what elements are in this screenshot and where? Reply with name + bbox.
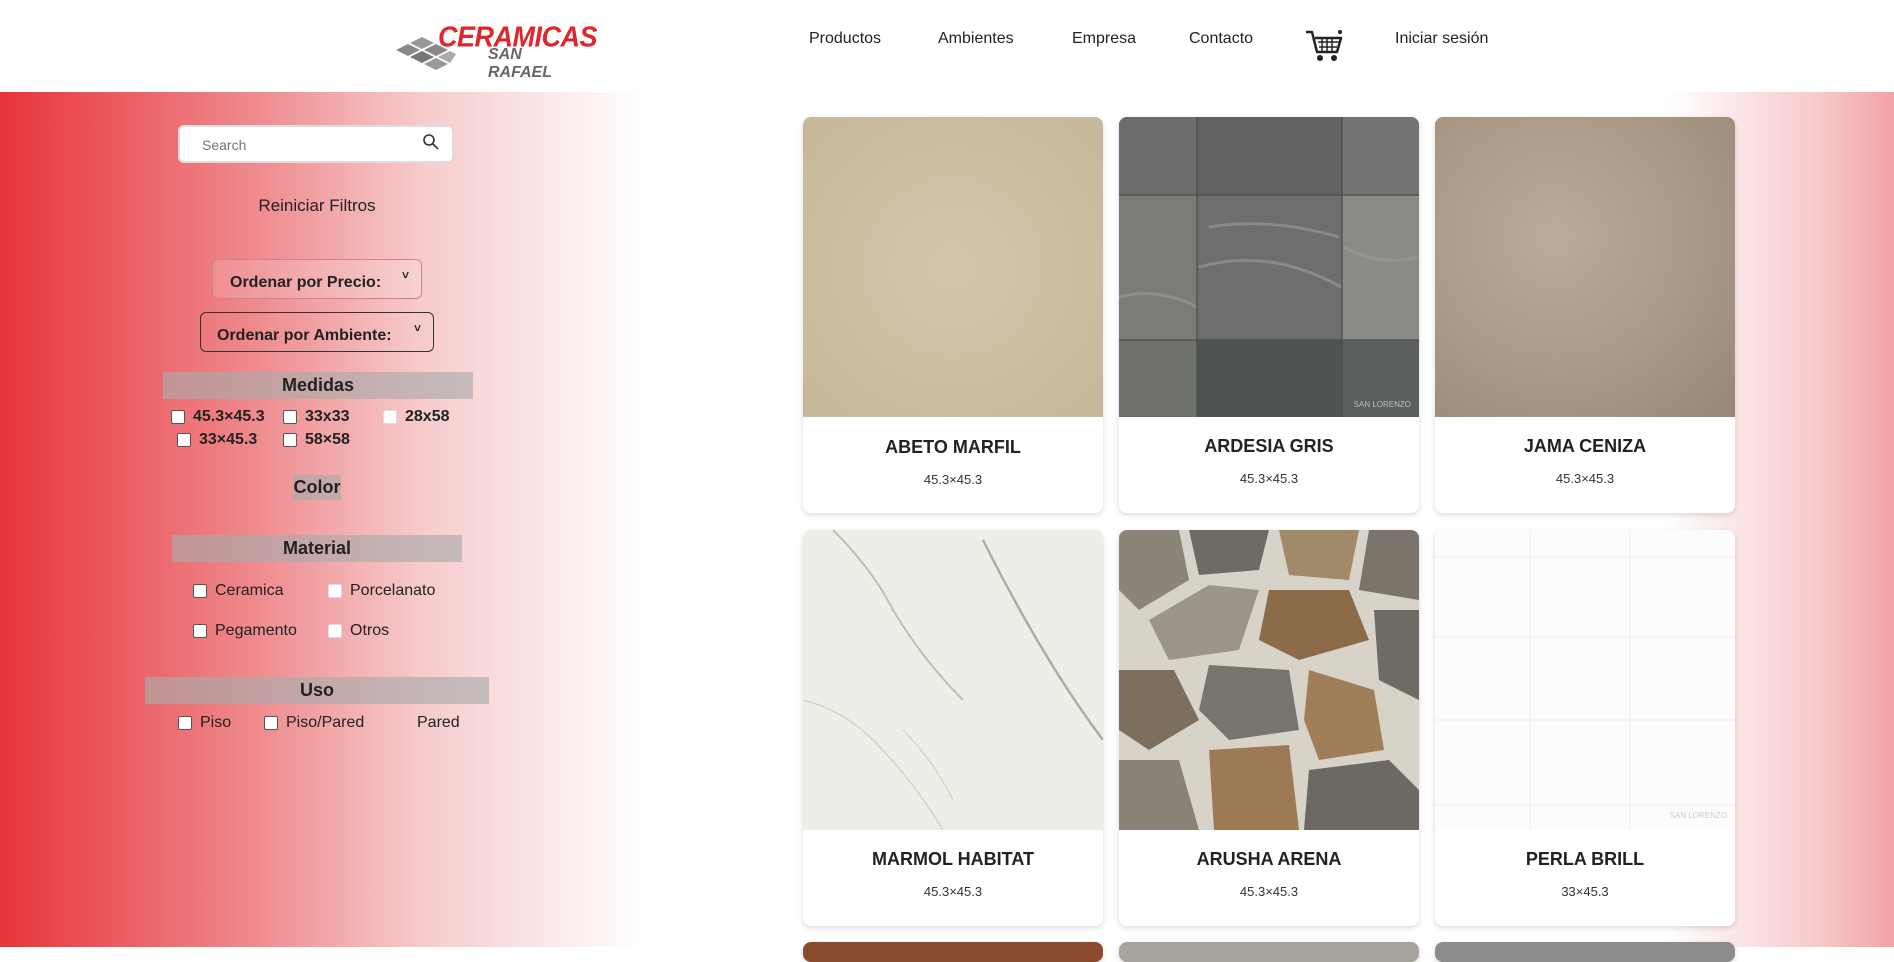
search-input[interactable] xyxy=(200,136,404,154)
product-card[interactable]: SAN LORENZO PERLA BRILL 33×45.3 xyxy=(1435,530,1735,926)
color-heading[interactable]: Color xyxy=(293,475,341,500)
product-image[interactable] xyxy=(803,117,1103,417)
product-image[interactable]: SAN LORENZO xyxy=(1435,530,1735,830)
checkbox[interactable] xyxy=(193,624,207,638)
medida-option[interactable]: 45.3×45.3 xyxy=(171,408,265,426)
chevron-down-icon: ˅ xyxy=(401,268,409,282)
material-option[interactable]: Porcelanato xyxy=(328,582,435,600)
product-size: 45.3×45.3 xyxy=(923,472,983,487)
product-image[interactable] xyxy=(1119,942,1419,962)
sort-ambiente-label: Ordenar por Ambiente: xyxy=(217,327,392,344)
product-size: 45.3×45.3 xyxy=(1555,471,1615,486)
product-name: ABETO MARFIL xyxy=(885,437,1021,457)
product-name: ARDESIA GRIS xyxy=(1204,436,1334,456)
medida-option[interactable]: 33×45.3 xyxy=(177,431,257,449)
nav-login[interactable]: Iniciar sesión xyxy=(1395,30,1488,48)
checkbox[interactable] xyxy=(171,410,185,424)
product-image[interactable] xyxy=(803,942,1103,962)
material-option[interactable]: Otros xyxy=(328,622,389,640)
product-size: 45.3×45.3 xyxy=(1239,471,1299,486)
product-card-partial[interactable] xyxy=(1119,942,1419,962)
checkbox[interactable] xyxy=(395,716,409,730)
product-card[interactable]: MARMOL HABITAT 45.3×45.3 xyxy=(803,530,1103,926)
product-card[interactable]: SAN LORENZO ARDESIA GRIS 45.3×45.3 xyxy=(1119,117,1419,513)
chevron-down-icon: ˅ xyxy=(413,321,421,335)
shopping-cart-icon[interactable] xyxy=(1304,28,1344,64)
uso-option[interactable]: Piso/Pared xyxy=(264,714,364,732)
product-size: 45.3×45.3 xyxy=(923,884,983,899)
material-option[interactable]: Pegamento xyxy=(193,622,297,640)
medida-option[interactable]: 58×58 xyxy=(283,431,350,449)
product-size: 45.3×45.3 xyxy=(1239,884,1299,899)
search-box[interactable] xyxy=(178,125,454,163)
nav-ambientes[interactable]: Ambientes xyxy=(938,30,1014,48)
sort-ambiente-select[interactable]: Ordenar por Ambiente: ˅ xyxy=(200,312,434,352)
product-image[interactable] xyxy=(1119,530,1419,830)
checkbox[interactable] xyxy=(328,624,342,638)
product-card-partial[interactable] xyxy=(803,942,1103,962)
product-image[interactable] xyxy=(803,530,1103,830)
uso-heading: Uso xyxy=(145,677,489,704)
filters-sidebar: Reiniciar Filtros Ordenar por Precio: ˅ … xyxy=(0,92,640,947)
medida-option[interactable]: 33x33 xyxy=(283,408,350,426)
checkbox[interactable] xyxy=(264,716,278,730)
product-image[interactable] xyxy=(1435,942,1735,962)
uso-option[interactable]: Pared xyxy=(395,714,460,732)
nav-empresa[interactable]: Empresa xyxy=(1072,30,1136,48)
medida-option[interactable]: 28x58 xyxy=(383,408,450,426)
checkbox[interactable] xyxy=(383,410,397,424)
nav-contacto[interactable]: Contacto xyxy=(1189,30,1253,48)
checkbox[interactable] xyxy=(177,433,191,447)
search-icon[interactable] xyxy=(422,133,440,151)
watermark: SAN LORENZO xyxy=(1669,811,1727,820)
stone-texture xyxy=(1119,530,1419,830)
product-card-partial[interactable] xyxy=(1435,942,1735,962)
product-card[interactable]: ARUSHA ARENA 45.3×45.3 xyxy=(1119,530,1419,926)
product-card[interactable]: JAMA CENIZA 45.3×45.3 xyxy=(1435,117,1735,513)
sort-price-label: Ordenar por Precio: xyxy=(230,274,382,291)
checkbox[interactable] xyxy=(283,433,297,447)
brand-logo[interactable]: CERAMICAS SAN RAFAEL xyxy=(396,21,598,81)
slate-tile-texture xyxy=(1119,117,1419,417)
checkbox[interactable] xyxy=(193,584,207,598)
product-name: JAMA CENIZA xyxy=(1523,436,1647,456)
reset-filters-button[interactable]: Reiniciar Filtros xyxy=(0,196,634,216)
white-tile-texture xyxy=(1435,530,1735,830)
watermark: SAN LORENZO xyxy=(1353,400,1411,409)
material-option[interactable]: Ceramica xyxy=(193,582,283,600)
checkbox[interactable] xyxy=(178,716,192,730)
marble-texture xyxy=(803,530,1103,830)
product-card[interactable]: ABETO MARFIL 45.3×45.3 xyxy=(803,117,1103,513)
product-image[interactable]: SAN LORENZO xyxy=(1119,117,1419,417)
header: CERAMICAS SAN RAFAEL Productos Ambientes… xyxy=(0,0,1894,92)
medidas-heading: Medidas xyxy=(163,372,473,399)
product-size: 33×45.3 xyxy=(1561,884,1609,899)
product-name: MARMOL HABITAT xyxy=(872,849,1034,869)
checkbox[interactable] xyxy=(328,584,342,598)
uso-option[interactable]: Piso xyxy=(178,714,231,732)
product-image[interactable] xyxy=(1435,117,1735,417)
sort-price-select[interactable]: Ordenar por Precio: ˅ xyxy=(212,259,422,299)
material-heading: Material xyxy=(172,535,462,562)
product-name: ARUSHA ARENA xyxy=(1196,849,1342,869)
checkbox[interactable] xyxy=(283,410,297,424)
product-name: PERLA BRILL xyxy=(1525,849,1645,869)
brand-name-line2: SAN RAFAEL xyxy=(488,46,552,81)
nav-productos[interactable]: Productos xyxy=(809,30,881,48)
